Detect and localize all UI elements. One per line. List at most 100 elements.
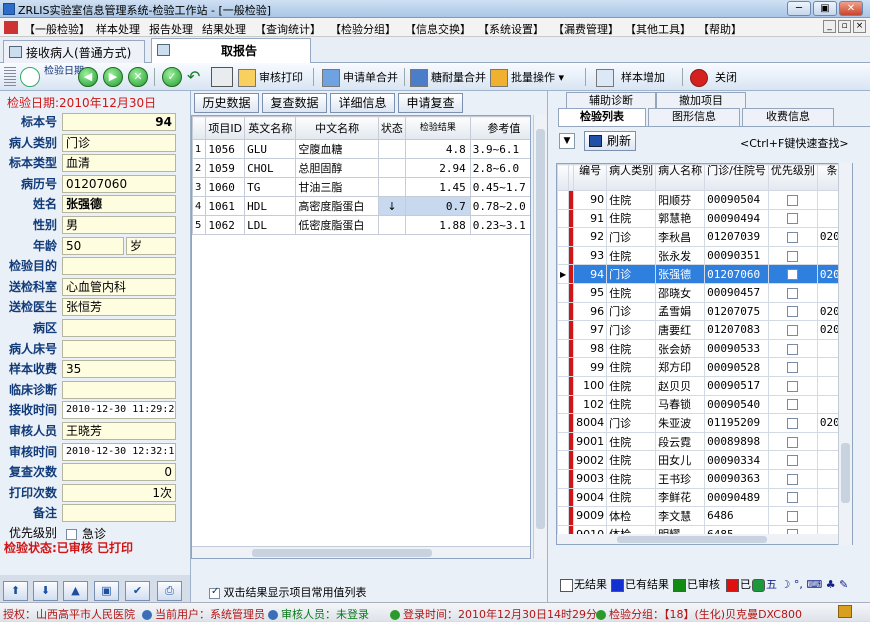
priority-checkbox[interactable]: [787, 362, 799, 374]
list-row[interactable]: 92门诊李秋昌012070390200173: [557, 227, 852, 247]
list-col-header[interactable]: 门诊/住院号: [704, 164, 769, 191]
priority-checkbox[interactable]: [787, 380, 799, 392]
priority-checkbox[interactable]: [787, 436, 799, 448]
list-row[interactable]: 102 住院 马春锁 00090540: [557, 394, 852, 415]
list-hscroll-thumb[interactable]: [617, 536, 767, 543]
list-row[interactable]: 8004门诊朱亚波011952090200160: [557, 413, 852, 433]
menu-other-tools[interactable]: 【其他工具】: [625, 21, 691, 37]
priority-checkbox[interactable]: [787, 324, 799, 336]
field-value[interactable]: 血清: [62, 154, 176, 173]
priority-checkbox[interactable]: [787, 455, 799, 467]
menu-query-stats[interactable]: 【查询统计】: [255, 21, 321, 37]
field-value[interactable]: 男: [62, 216, 176, 234]
close-window-button[interactable]: ✕: [839, 1, 863, 16]
menu-fee-leak[interactable]: 【漏费管理】: [553, 21, 619, 37]
result-col-header[interactable]: 状态: [377, 116, 406, 140]
result-row[interactable]: 4 1061 HDL 高密度脂蛋白 ↓ 0.7 0.78~2.0: [192, 196, 530, 216]
result-col-header[interactable]: 参考值: [469, 116, 530, 140]
priority-checkbox[interactable]: [787, 492, 799, 504]
menu-check-group[interactable]: 【检验分组】: [330, 21, 396, 37]
tab-receive-patient[interactable]: 接收病人(普通方式): [3, 40, 145, 63]
menu-help[interactable]: 【帮助】: [698, 21, 742, 37]
result-vscroll[interactable]: [533, 115, 547, 559]
review-print-button[interactable]: 审核打印: [238, 67, 303, 89]
collapse-icon[interactable]: ▲: [63, 581, 88, 601]
detail-info-button[interactable]: 详细信息: [330, 93, 395, 113]
list-col-header[interactable]: 病人类别: [606, 164, 657, 191]
menu-sample-process[interactable]: 样本处理: [96, 21, 140, 37]
priority-checkbox[interactable]: [787, 417, 799, 429]
list-row[interactable]: 98 住院 张会娇 00090533: [557, 338, 852, 359]
priority-checkbox[interactable]: [787, 306, 799, 318]
list-row[interactable]: 100 住院 赵贝贝 00090517: [557, 375, 852, 396]
tab-get-report[interactable]: 取报告: [151, 38, 311, 64]
glucose-merge-button[interactable]: 糖耐量合并: [410, 67, 486, 89]
field-value[interactable]: 王晓芳: [62, 422, 176, 440]
result-row[interactable]: 1 1056 GLU 空腹血糖 4.8 3.9~6.1: [192, 139, 530, 159]
clock-icon[interactable]: [20, 67, 40, 87]
menu-result-process[interactable]: 结果处理: [202, 21, 246, 37]
result-col-header[interactable]: 项目ID: [205, 116, 246, 140]
priority-checkbox[interactable]: [787, 231, 799, 243]
result-col-header[interactable]: 中文名称: [295, 116, 379, 140]
mdi-minimize-icon[interactable]: _: [823, 20, 836, 33]
list-col-header[interactable]: 编号: [573, 164, 608, 191]
list-row[interactable]: 97门诊唐要红012070830200173: [557, 320, 852, 340]
mdi-restore-icon[interactable]: ▫: [838, 20, 851, 33]
history-data-button[interactable]: 历史数据: [194, 93, 259, 113]
priority-checkbox[interactable]: [787, 194, 799, 206]
move-down-icon[interactable]: ⬇: [33, 581, 58, 601]
field-value[interactable]: 35: [62, 360, 176, 379]
check-icon[interactable]: ✔: [125, 581, 150, 601]
check-date-button[interactable]: 检验日期: [44, 67, 84, 89]
list-col-header[interactable]: 病人名称: [655, 164, 706, 191]
field-value[interactable]: [62, 380, 176, 399]
mdi-close-icon[interactable]: ×: [853, 20, 866, 33]
menu-general-check[interactable]: 【一般检验】: [24, 21, 90, 37]
priority-checkbox[interactable]: [787, 510, 799, 522]
list-row[interactable]: 91 住院 郭慧艳 00090494: [557, 208, 852, 229]
menu-report-process[interactable]: 报告处理: [149, 21, 193, 37]
field-value[interactable]: [62, 257, 176, 276]
priority-checkbox[interactable]: [787, 269, 799, 281]
tab-graph-info[interactable]: 图形信息: [648, 108, 740, 126]
list-row[interactable]: 9004 住院 李鲜花 00090489: [557, 487, 852, 508]
result-row[interactable]: 3 1060 TG 甘油三脂 1.45 0.45~1.7: [192, 177, 530, 197]
list-row[interactable]: 9009 体检 李文慧 6486: [557, 506, 852, 526]
list-vscroll-thumb[interactable]: [841, 443, 850, 503]
field-value[interactable]: 94: [62, 113, 176, 131]
list-hscroll[interactable]: [557, 534, 852, 544]
recheck-data-button[interactable]: 复查数据: [262, 93, 327, 113]
field-value[interactable]: [62, 339, 176, 358]
field-value[interactable]: 0: [62, 463, 176, 482]
field-value[interactable]: 50: [62, 236, 124, 255]
result-col-header[interactable]: 检验结果: [404, 116, 471, 140]
undo-icon[interactable]: ↶: [187, 67, 207, 87]
close-button[interactable]: 关闭: [690, 67, 737, 89]
dbl-click-checkbox[interactable]: ✓: [209, 586, 220, 599]
tab-check-list[interactable]: 检验列表: [558, 108, 646, 126]
result-col-header[interactable]: 英文名称: [244, 116, 297, 140]
list-row[interactable]: 99 住院 郑方印 00090528: [557, 357, 852, 377]
field-value[interactable]: 张强德: [62, 195, 176, 214]
list-row[interactable]: 93 住院 张永发 00090351: [557, 245, 852, 266]
field-value[interactable]: 张恒芳: [62, 298, 176, 317]
refresh-button[interactable]: 刷新: [584, 131, 636, 151]
print-icon[interactable]: ⎙: [157, 581, 182, 601]
prev-button[interactable]: ◀: [78, 67, 98, 87]
field-value[interactable]: [62, 504, 176, 523]
field-value[interactable]: [62, 319, 176, 337]
list-dropdown[interactable]: ▼: [559, 133, 575, 149]
printer-icon[interactable]: [211, 67, 233, 87]
ime-toolbar[interactable]: 五 ☽ °, ⌨ ♣ ✎: [752, 577, 848, 593]
priority-checkbox[interactable]: [787, 213, 799, 225]
maximize-button[interactable]: ▣: [813, 1, 837, 16]
batch-ops-button[interactable]: 批量操作 ▾: [490, 67, 564, 89]
result-row[interactable]: 2 1059 CHOL 总胆固醇 2.94 2.8~6.0: [192, 158, 530, 178]
next-button[interactable]: ▶: [103, 67, 123, 87]
vscroll-thumb[interactable]: [536, 129, 545, 529]
menu-system-settings[interactable]: 【系统设置】: [478, 21, 544, 37]
field-value[interactable]: 01207060: [62, 174, 176, 193]
add-sample-button[interactable]: 样本增加: [596, 67, 665, 89]
field-value[interactable]: 心血管内科: [62, 277, 176, 296]
